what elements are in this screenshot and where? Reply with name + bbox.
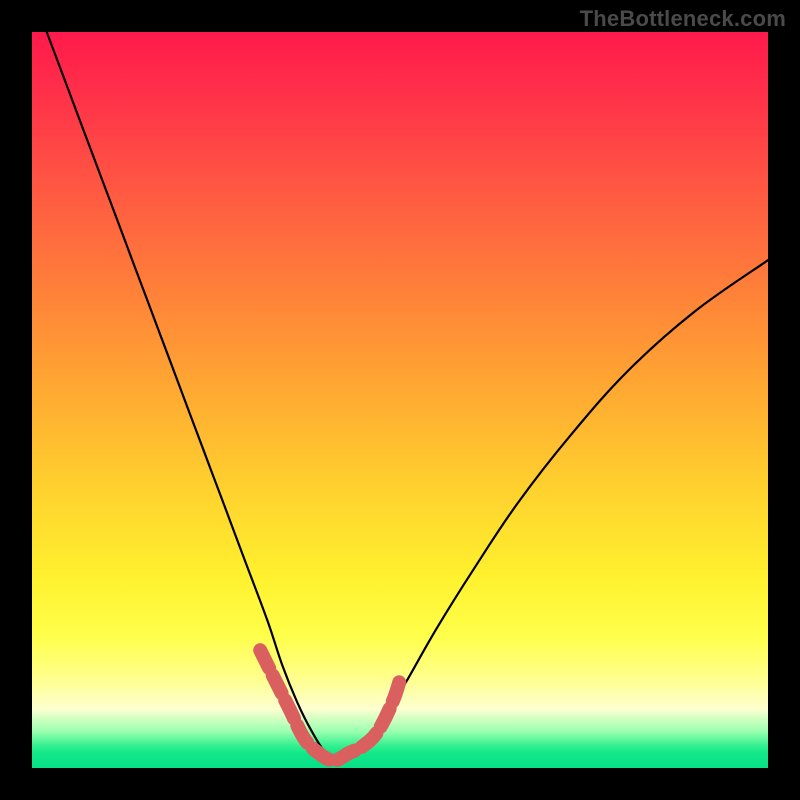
bottleneck-curve [47, 32, 768, 761]
trough-highlight [260, 650, 400, 760]
curve-layer [32, 32, 768, 768]
watermark-text: TheBottleneck.com [580, 6, 786, 32]
outer-black-frame: TheBottleneck.com [0, 0, 800, 800]
plot-area [32, 32, 768, 768]
